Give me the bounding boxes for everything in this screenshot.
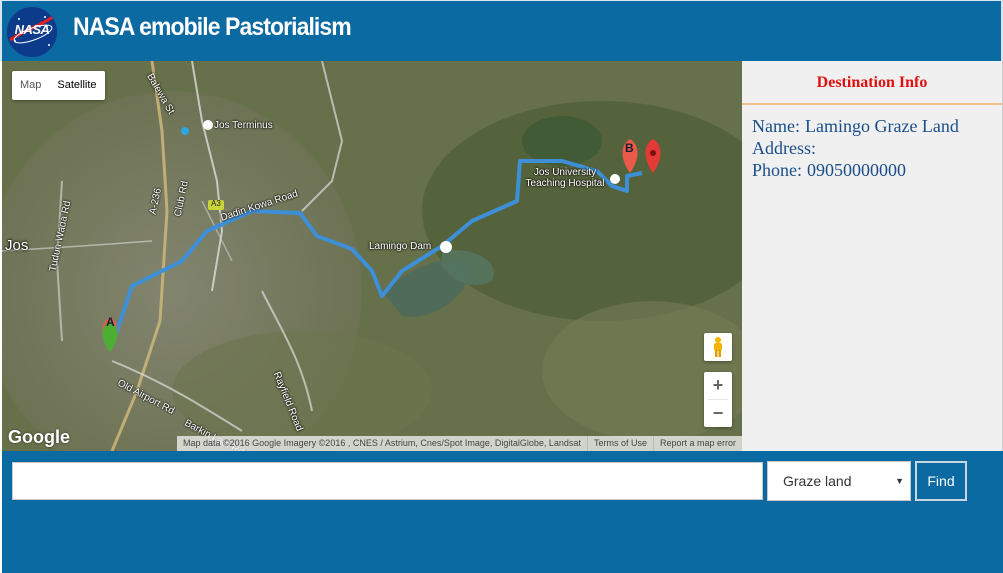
search-bar: Graze land ▼ Find	[2, 451, 1003, 573]
destination-info-body: Name: Lamingo Graze Land Address: Phone:…	[742, 105, 1002, 191]
satellite-imagery	[2, 61, 742, 451]
zoom-out-button[interactable]: −	[704, 400, 732, 427]
category-select[interactable]: Graze land ▼	[767, 461, 911, 501]
nasa-logo: NASA	[7, 7, 57, 57]
info-name-label: Name:	[752, 116, 800, 136]
marker-b-label: B	[625, 141, 634, 155]
map-type-map-button[interactable]: Map	[12, 71, 49, 100]
info-phone-row: Phone: 09050000000	[752, 159, 992, 181]
label-jos-terminus: Jos Terminus	[214, 120, 273, 131]
report-map-error-link[interactable]: Report a map error	[652, 436, 742, 451]
app-header: NASA NASA emobile Pastorialism	[0, 0, 1003, 61]
zoom-in-button[interactable]: +	[704, 372, 732, 399]
map-data-attribution: Map data ©2016 Google Imagery ©2016 , CN…	[182, 438, 581, 448]
terms-of-use-link[interactable]: Terms of Use	[586, 436, 653, 451]
info-address-row: Address:	[752, 137, 992, 159]
info-phone-value: 09050000000	[807, 160, 907, 180]
info-name-value: Lamingo Graze Land	[804, 116, 959, 136]
zoom-control: + −	[704, 372, 732, 427]
info-address-label: Address:	[752, 138, 816, 158]
destination-info-heading: Destination Info	[742, 61, 1002, 105]
label-lamingo-dam: Lamingo Dam	[369, 241, 432, 252]
label-a3: A3	[211, 199, 221, 208]
destination-info-panel: Destination Info Name: Lamingo Graze Lan…	[742, 61, 1003, 451]
info-phone-label: Phone:	[752, 160, 803, 180]
street-view-pegman-icon[interactable]	[704, 333, 732, 361]
category-select-value: Graze land	[783, 473, 852, 489]
google-logo: Google	[8, 427, 70, 447]
label-hospital: Jos University Teaching Hospital	[525, 167, 605, 189]
map-attribution: Map data ©2016 Google Imagery ©2016 , CN…	[176, 436, 742, 451]
app-title: NASA emobile Pastorialism	[73, 13, 352, 41]
label-jos-city: Jos	[5, 237, 29, 254]
info-name-row: Name: Lamingo Graze Land	[752, 115, 992, 137]
find-button[interactable]: Find	[915, 461, 967, 501]
map-view[interactable]: Jos Terminus Jos Lamingo Dam Jos Univers…	[2, 61, 742, 451]
app-window: NASA NASA emobile Pastorialism Jos Termi…	[0, 0, 1003, 573]
marker-a-label: A	[106, 315, 115, 329]
logo-text: NASA	[14, 22, 50, 37]
map-type-satellite-button[interactable]: Satellite	[49, 71, 104, 100]
search-input[interactable]	[12, 462, 763, 500]
map-type-control: Map Satellite	[12, 71, 105, 100]
chevron-down-icon: ▼	[895, 476, 904, 486]
